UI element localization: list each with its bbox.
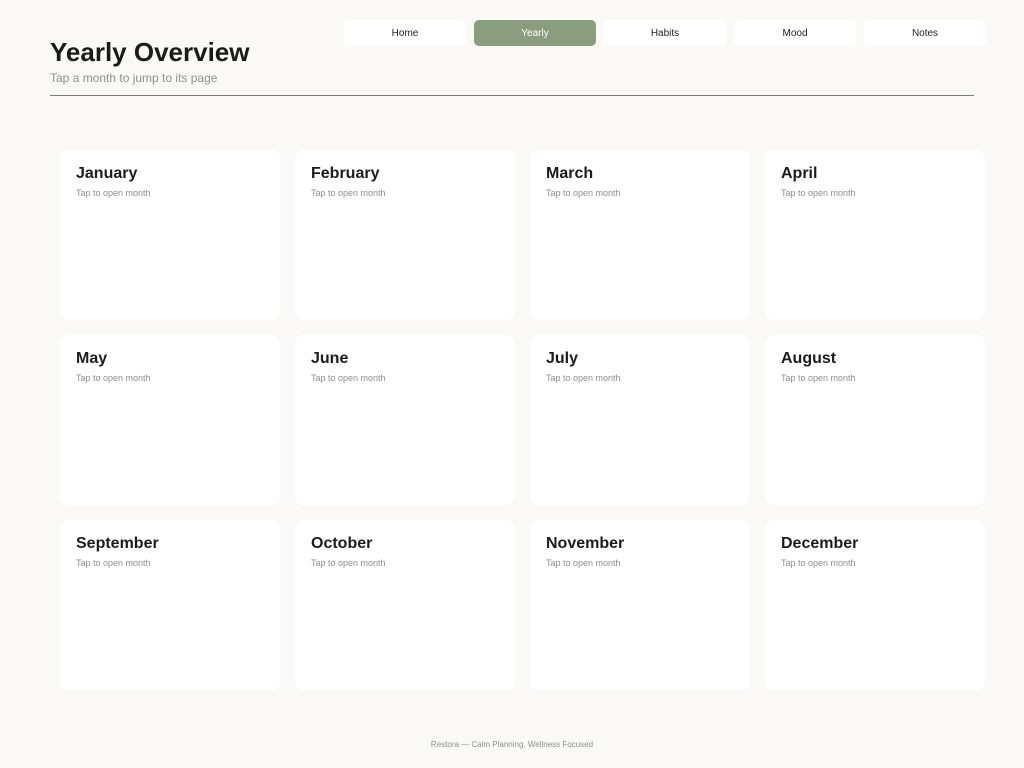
tab-notes[interactable]: Notes — [864, 20, 986, 46]
month-hint: Tap to open month — [546, 373, 621, 383]
month-hint: Tap to open month — [781, 558, 856, 568]
month-name: January — [76, 165, 138, 182]
month-name: July — [546, 350, 579, 367]
month-card-november[interactable]: November Tap to open month — [530, 520, 750, 690]
header-divider — [50, 95, 974, 96]
month-hint: Tap to open month — [546, 558, 621, 568]
month-hint: Tap to open month — [546, 188, 621, 198]
month-name: April — [781, 165, 818, 182]
month-hint: Tap to open month — [781, 188, 856, 198]
top-nav: Home Yearly Habits Mood Notes — [344, 20, 986, 46]
tab-home[interactable]: Home — [344, 20, 466, 46]
month-hint: Tap to open month — [76, 558, 151, 568]
month-card-june[interactable]: June Tap to open month — [295, 335, 515, 505]
page-title: Yearly Overview — [50, 37, 250, 67]
month-card-april[interactable]: April Tap to open month — [765, 150, 985, 320]
month-name: March — [546, 165, 594, 182]
month-hint: Tap to open month — [311, 373, 386, 383]
month-hint: Tap to open month — [311, 558, 386, 568]
tab-yearly[interactable]: Yearly — [474, 20, 596, 46]
month-card-september[interactable]: September Tap to open month — [60, 520, 280, 690]
month-name: February — [311, 165, 380, 182]
month-card-march[interactable]: March Tap to open month — [530, 150, 750, 320]
tab-mood[interactable]: Mood — [734, 20, 856, 46]
month-name: November — [546, 535, 625, 552]
month-hint: Tap to open month — [76, 373, 151, 383]
month-name: August — [781, 350, 837, 367]
month-card-october[interactable]: October Tap to open month — [295, 520, 515, 690]
footer-text: Restora — Calm Planning, Wellness Focuse… — [430, 740, 594, 749]
month-card-may[interactable]: May Tap to open month — [60, 335, 280, 505]
month-name: May — [76, 350, 108, 367]
month-card-july[interactable]: July Tap to open month — [530, 335, 750, 505]
month-hint: Tap to open month — [311, 188, 386, 198]
tab-habits[interactable]: Habits — [604, 20, 726, 46]
month-card-december[interactable]: December Tap to open month — [765, 520, 985, 690]
month-card-january[interactable]: January Tap to open month — [60, 150, 280, 320]
page-subtitle: Tap a month to jump to its page — [50, 71, 218, 85]
month-name: December — [781, 535, 859, 552]
month-name: October — [311, 535, 373, 552]
month-grid: January Tap to open month February Tap t… — [60, 150, 985, 690]
month-hint: Tap to open month — [781, 373, 856, 383]
month-name: September — [76, 535, 159, 552]
month-card-august[interactable]: August Tap to open month — [765, 335, 985, 505]
month-name: June — [311, 350, 349, 367]
month-hint: Tap to open month — [76, 188, 151, 198]
month-card-february[interactable]: February Tap to open month — [295, 150, 515, 320]
